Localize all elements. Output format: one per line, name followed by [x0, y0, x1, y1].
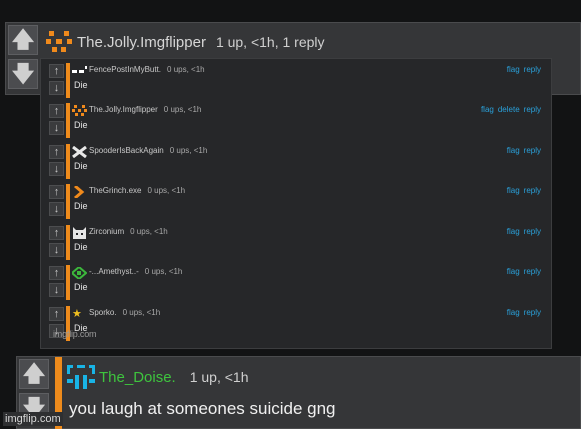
reply-body: Die: [74, 161, 88, 171]
upvote-button[interactable]: ↑: [49, 145, 64, 159]
reply-body: you laugh at someones suicide gng: [69, 399, 336, 418]
upvote-button[interactable]: ↑: [49, 307, 64, 321]
reply-actions: flag delete reply: [477, 105, 541, 114]
reply-link[interactable]: reply: [524, 308, 541, 317]
delete-link[interactable]: delete: [498, 105, 520, 114]
reply-actions: flag reply: [503, 146, 541, 155]
flag-link[interactable]: flag: [507, 146, 520, 155]
list-item: ↑ ↓ ★ Sporko. 0 ups, <1h Die flag reply: [41, 305, 551, 345]
robot-face-avatar-icon[interactable]: [67, 365, 95, 389]
comment-meta: 1 up, <1h, 1 reply: [215, 34, 325, 50]
upvote-button[interactable]: ↑: [49, 64, 64, 78]
downvote-button[interactable]: ↓: [49, 121, 64, 135]
arrow-glyph-icon: [74, 186, 85, 198]
flag-link[interactable]: flag: [507, 308, 520, 317]
reply-username[interactable]: Zirconium 0 ups, <1h: [89, 227, 168, 236]
reply-link[interactable]: reply: [524, 267, 541, 276]
green-pattern-icon: [72, 267, 87, 279]
reply-link[interactable]: reply: [524, 105, 541, 114]
reply-username[interactable]: -...Amethyst..- 0 ups, <1h: [89, 267, 182, 276]
reply-body: Die: [74, 80, 88, 90]
pixel-face-avatar-icon[interactable]: [46, 31, 73, 53]
upvote-button[interactable]: 🡅: [19, 359, 49, 389]
reply-body: Die: [74, 282, 88, 292]
reply-body: Die: [74, 242, 88, 252]
upvote-button[interactable]: ↑: [49, 226, 64, 240]
reply-actions: flag reply: [503, 227, 541, 236]
flag-link[interactable]: flag: [481, 105, 494, 114]
star-icon: ★: [72, 308, 82, 320]
reply-actions: flag reply: [503, 186, 541, 195]
reply-username[interactable]: SpooderIsBackAgain 0 ups, <1h: [89, 146, 207, 155]
imgflip-watermark: imgflip.com: [3, 412, 63, 426]
cat-icon: [73, 227, 86, 239]
accent-bar: [66, 144, 70, 179]
pixel-face-icon: [72, 105, 87, 116]
comment-username[interactable]: The.Jolly.Imgflipper: [77, 34, 206, 51]
downvote-button[interactable]: ↓: [49, 202, 64, 216]
list-item: ↑ ↓ TheGrinch.exe 0 ups, <1h Die flag reply: [41, 183, 551, 223]
vote-column: 🡅 🡇: [6, 23, 39, 89]
upvote-button[interactable]: ↑: [49, 185, 64, 199]
reply-meta: 1 up, <1h: [189, 369, 249, 385]
reply-link[interactable]: reply: [524, 227, 541, 236]
accent-bar: [66, 63, 70, 98]
accent-bar: [66, 265, 70, 300]
downvote-button[interactable]: ↓: [49, 81, 64, 95]
reply-username[interactable]: The_Doise.: [99, 369, 176, 386]
reply-comment: 🡅 🡇 The_Doise. 1 up, <1h you laugh at so…: [16, 356, 581, 429]
reply-body: Die: [74, 201, 88, 211]
dash-icon: [72, 66, 87, 73]
flag-link[interactable]: flag: [507, 227, 520, 236]
reply-link[interactable]: reply: [524, 146, 541, 155]
flag-link[interactable]: flag: [507, 65, 520, 74]
downvote-button[interactable]: ↓: [49, 243, 64, 257]
upvote-button[interactable]: 🡅: [8, 25, 38, 55]
reply-link[interactable]: reply: [524, 186, 541, 195]
reply-link[interactable]: reply: [524, 65, 541, 74]
upvote-button[interactable]: ↑: [49, 104, 64, 118]
cross-icon: [72, 146, 87, 158]
reply-username[interactable]: Sporko. 0 ups, <1h: [89, 308, 160, 317]
upvote-button[interactable]: ↑: [49, 266, 64, 280]
comment-header: The.Jolly.Imgflipper 1 up, <1h, 1 reply: [46, 31, 325, 53]
reply-username[interactable]: The.Jolly.Imgflipper 0 ups, <1h: [89, 105, 201, 114]
flag-link[interactable]: flag: [507, 186, 520, 195]
accent-bar: [66, 184, 70, 219]
accent-bar: [66, 225, 70, 260]
reply-username[interactable]: FencePostInMyButt. 0 ups, <1h: [89, 65, 205, 74]
down-arrow-icon: 🡇: [11, 61, 35, 86]
list-item: ↑ ↓ -...Amethyst..- 0 ups, <1h Die flag rep…: [41, 264, 551, 304]
downvote-button[interactable]: 🡇: [8, 59, 38, 89]
nested-replies-panel: ↑ ↓ FencePostInMyButt. 0 ups, <1h Die flag…: [40, 58, 552, 349]
list-item: ↑ ↓ Zirconium 0 ups, <1h Die flag reply: [41, 224, 551, 264]
list-item: ↑ ↓ FencePostInMyButt. 0 ups, <1h Die flag…: [41, 62, 551, 102]
up-arrow-icon: 🡅: [22, 361, 46, 386]
flag-link[interactable]: flag: [507, 267, 520, 276]
downvote-button[interactable]: ↓: [49, 162, 64, 176]
list-item: ↑ ↓ The.Jolly.Imgflipper 0 ups, <1h Die fl…: [41, 102, 551, 142]
inner-watermark: imgflip.com: [53, 329, 97, 339]
accent-bar: [66, 103, 70, 138]
reply-actions: flag reply: [503, 308, 541, 317]
list-item: ↑ ↓ SpooderIsBackAgain 0 ups, <1h Die flag…: [41, 143, 551, 183]
reply-username[interactable]: TheGrinch.exe 0 ups, <1h: [89, 186, 185, 195]
up-arrow-icon: 🡅: [11, 27, 35, 52]
reply-actions: flag reply: [503, 267, 541, 276]
reply-actions: flag reply: [503, 65, 541, 74]
reply-body: Die: [74, 120, 88, 130]
downvote-button[interactable]: ↓: [49, 283, 64, 297]
reply-header: The_Doise. 1 up, <1h: [67, 365, 249, 389]
